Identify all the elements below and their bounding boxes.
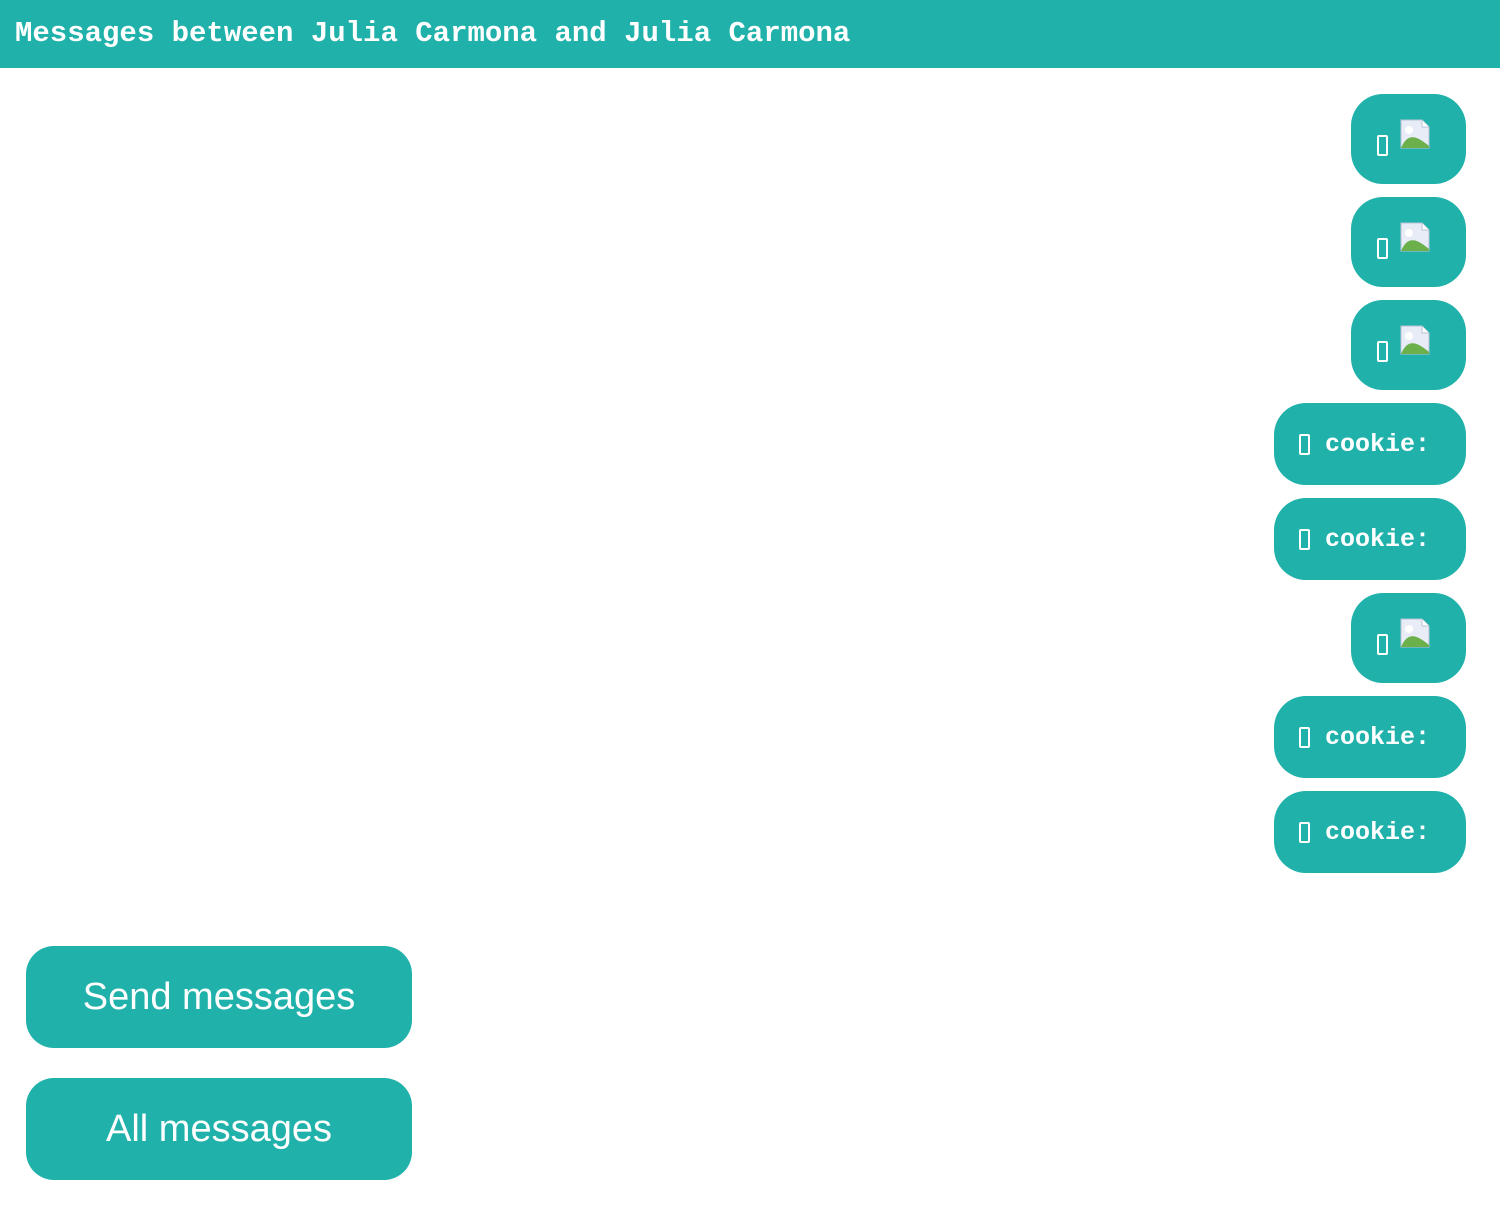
missing-glyph-icon bbox=[1377, 340, 1388, 362]
message-text: cookie: bbox=[1325, 524, 1431, 554]
message-bubble[interactable]: cookie: bbox=[1274, 403, 1466, 485]
message-bubble[interactable]: cookie: bbox=[1274, 696, 1466, 778]
message-bubble[interactable]: cookie: bbox=[1274, 498, 1466, 580]
message-text: cookie: bbox=[1325, 722, 1431, 752]
message-bubble[interactable] bbox=[1351, 197, 1466, 287]
missing-glyph-icon bbox=[1299, 821, 1310, 843]
header-bar: Messages between Julia Carmona and Julia… bbox=[0, 0, 1500, 68]
message-bubble[interactable] bbox=[1351, 593, 1466, 683]
image-placeholder-icon bbox=[1400, 222, 1430, 252]
missing-glyph-icon bbox=[1377, 633, 1388, 655]
missing-glyph-icon bbox=[1299, 528, 1310, 550]
missing-glyph-icon bbox=[1377, 134, 1388, 156]
image-placeholder-icon bbox=[1400, 618, 1430, 648]
message-bubble[interactable] bbox=[1351, 94, 1466, 184]
message-bubble[interactable]: cookie: bbox=[1274, 791, 1466, 873]
all-messages-button[interactable]: All messages bbox=[26, 1078, 412, 1180]
message-text: cookie: bbox=[1325, 429, 1431, 459]
send-messages-button[interactable]: Send messages bbox=[26, 946, 412, 1048]
message-bubble[interactable] bbox=[1351, 300, 1466, 390]
page-title: Messages between Julia Carmona and Julia… bbox=[15, 16, 851, 50]
image-placeholder-icon bbox=[1400, 119, 1430, 149]
message-text: cookie: bbox=[1325, 817, 1431, 847]
missing-glyph-icon bbox=[1299, 726, 1310, 748]
missing-glyph-icon bbox=[1299, 433, 1310, 455]
missing-glyph-icon bbox=[1377, 237, 1388, 259]
image-placeholder-icon bbox=[1400, 325, 1430, 355]
